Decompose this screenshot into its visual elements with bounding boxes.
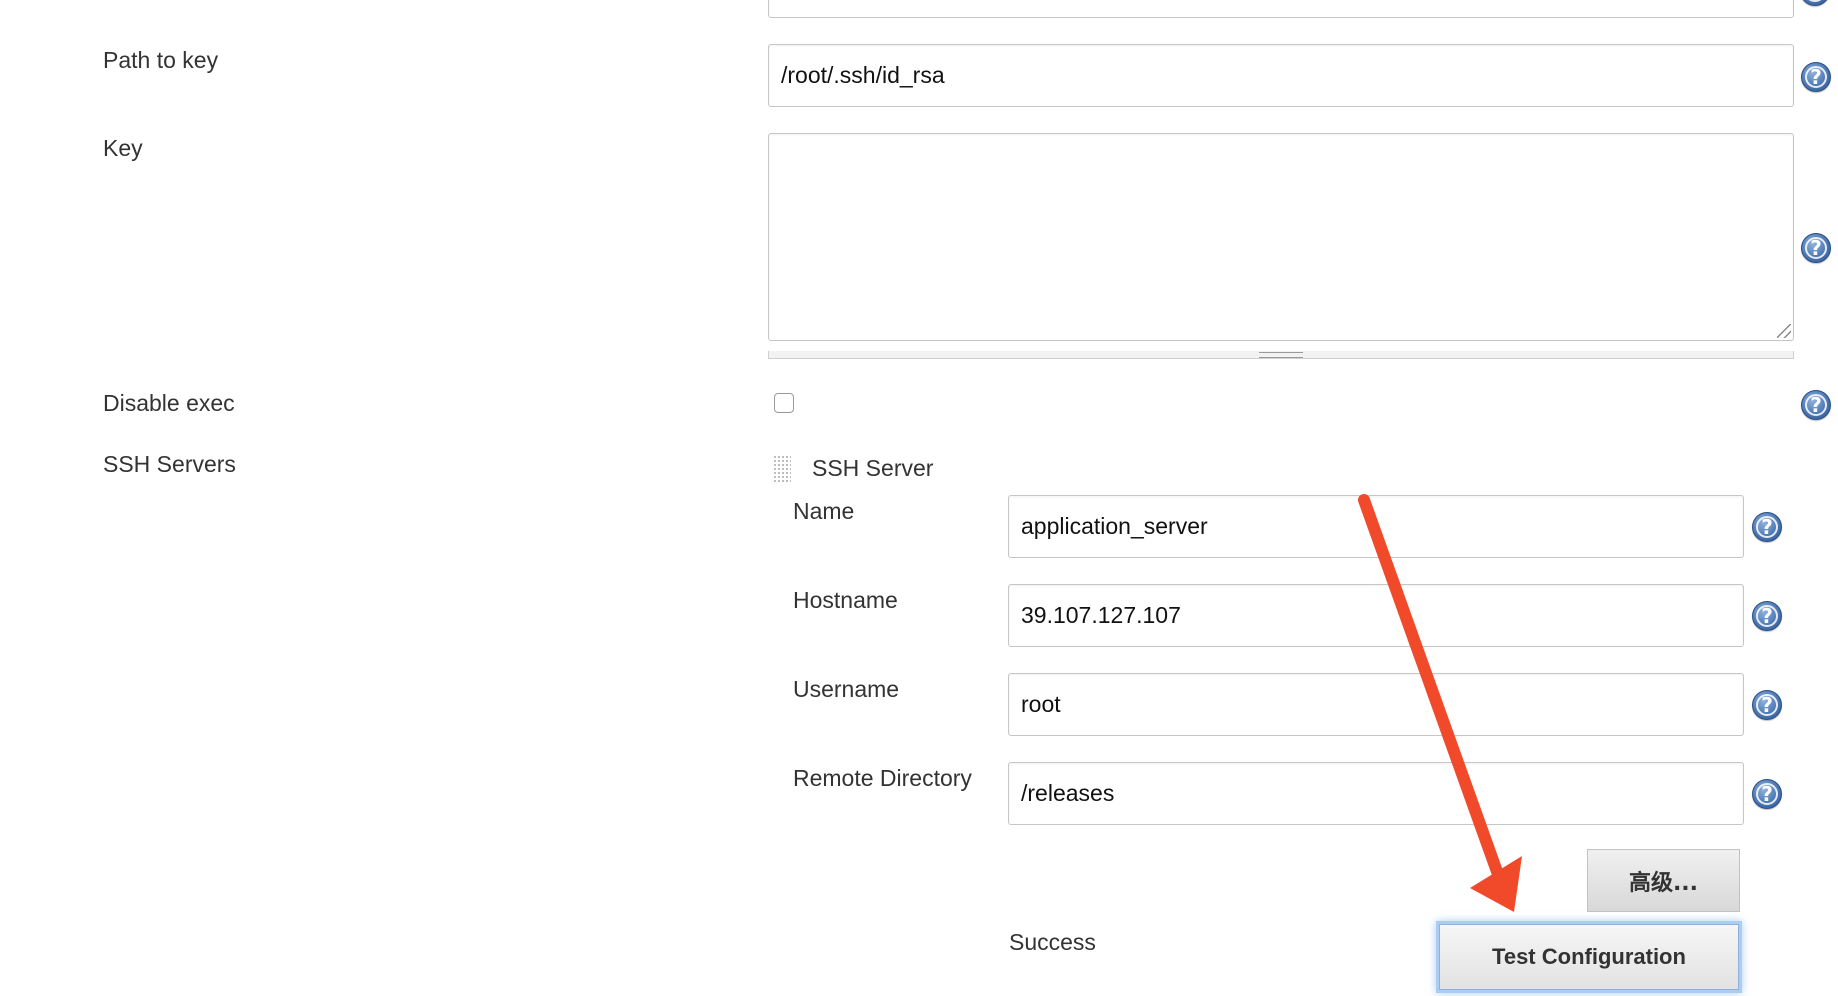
hostname-label: Hostname bbox=[793, 587, 898, 613]
help-icon[interactable]: ? bbox=[1801, 62, 1831, 92]
remote-directory-value: /releases bbox=[1021, 780, 1115, 806]
hostname-input[interactable]: 39.107.127.107 bbox=[1008, 584, 1744, 647]
drag-handle-icon[interactable] bbox=[773, 455, 791, 483]
name-label: Name bbox=[793, 498, 855, 524]
resize-corner-icon[interactable] bbox=[1777, 324, 1791, 338]
advanced-button[interactable]: 高级... bbox=[1587, 849, 1740, 912]
help-icon[interactable]: ? bbox=[1801, 390, 1831, 420]
test-status-text: Success bbox=[1009, 929, 1096, 955]
key-label: Key bbox=[103, 135, 143, 161]
name-input[interactable]: application_server bbox=[1008, 495, 1744, 558]
textarea-resize-bar[interactable] bbox=[768, 351, 1794, 359]
disable-exec-checkbox[interactable] bbox=[774, 393, 794, 413]
path-to-key-input[interactable]: /root/.ssh/id_rsa bbox=[768, 44, 1794, 107]
username-value: root bbox=[1021, 691, 1061, 717]
remote-directory-input[interactable]: /releases bbox=[1008, 762, 1744, 825]
name-value: application_server bbox=[1021, 513, 1208, 539]
hostname-value: 39.107.127.107 bbox=[1021, 602, 1181, 628]
test-configuration-button[interactable]: Test Configuration bbox=[1439, 924, 1739, 990]
help-icon[interactable]: ? bbox=[1801, 233, 1831, 263]
arrow-head-icon bbox=[1470, 856, 1522, 912]
path-to-key-label: Path to key bbox=[103, 47, 219, 73]
help-icon[interactable]: ? bbox=[1752, 601, 1782, 631]
help-icon[interactable]: ? bbox=[1800, 0, 1830, 6]
help-icon[interactable]: ? bbox=[1752, 690, 1782, 720]
ssh-server-title: SSH Server bbox=[812, 455, 934, 481]
username-input[interactable]: root bbox=[1008, 673, 1744, 736]
resize-handle-icon bbox=[1259, 352, 1303, 358]
remote-directory-label: Remote Directory bbox=[793, 765, 972, 791]
key-textarea[interactable] bbox=[768, 133, 1794, 341]
help-icon[interactable]: ? bbox=[1752, 512, 1782, 542]
disable-exec-label: Disable exec bbox=[103, 390, 235, 416]
username-label: Username bbox=[793, 676, 900, 702]
help-icon[interactable]: ? bbox=[1752, 779, 1782, 809]
path-to-key-value: /root/.ssh/id_rsa bbox=[781, 62, 945, 88]
ssh-servers-label: SSH Servers bbox=[103, 451, 236, 477]
plugin-config-page: ? Path to key /root/.ssh/id_rsa ? Key ? … bbox=[0, 0, 1838, 996]
top-partial-field[interactable] bbox=[768, 0, 1794, 18]
